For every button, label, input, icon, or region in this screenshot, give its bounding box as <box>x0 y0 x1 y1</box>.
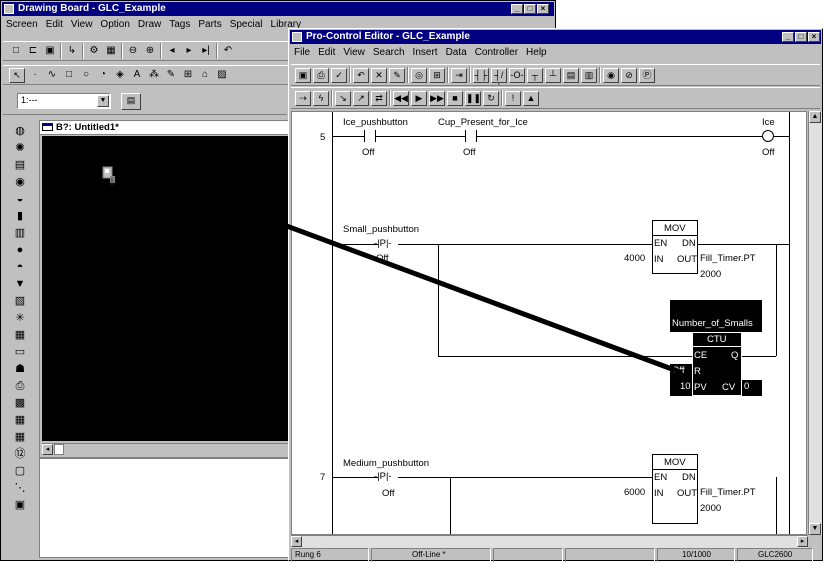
annotation-arrow <box>144 167 683 375</box>
arrow-shaft <box>149 173 683 375</box>
